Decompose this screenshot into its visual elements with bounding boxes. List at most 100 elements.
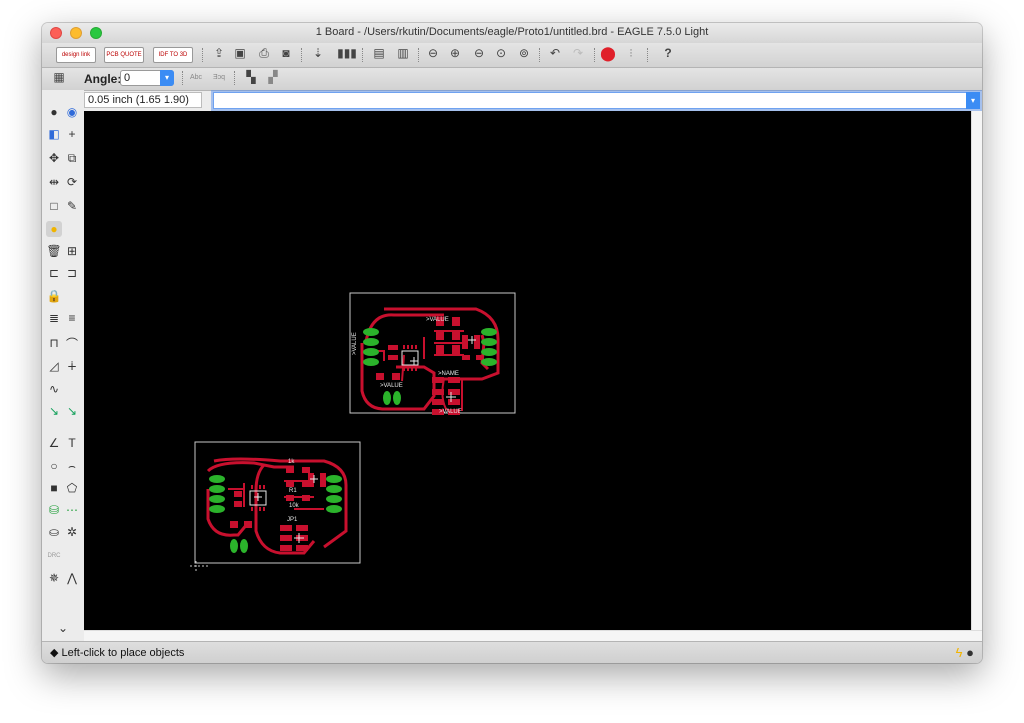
redo-icon[interactable]: ↷ xyxy=(571,46,585,60)
add-icon[interactable]: ⊞ xyxy=(64,243,80,259)
cam-processor-icon[interactable]: ◙ xyxy=(279,46,293,60)
print-icon[interactable]: ⎙ xyxy=(257,46,271,60)
show-icon[interactable]: ◉ xyxy=(64,104,80,120)
command-input[interactable]: ▾ xyxy=(213,92,980,109)
change-icon[interactable]: ✎ xyxy=(64,198,80,214)
text-icon[interactable]: T xyxy=(64,435,80,451)
smd-pad xyxy=(302,495,310,501)
smd-pad xyxy=(448,399,460,405)
label-jp1: JP1 xyxy=(287,517,298,523)
errors-icon[interactable]: ✵ xyxy=(46,570,62,586)
board-drawing: >VALUE >VALUE >VALUE >NAME >VALUE 1k R1 … xyxy=(190,292,516,573)
smd-pad xyxy=(476,355,484,360)
stop-icon[interactable]: ⬤ xyxy=(600,45,616,61)
smd-pad xyxy=(432,377,444,383)
smash-icon[interactable]: ≣ xyxy=(46,310,62,326)
ripup-icon[interactable]: ∔ xyxy=(64,358,80,374)
line-icon[interactable]: ∠ xyxy=(46,435,62,451)
window-title: 1 Board - /Users/rkutin/Documents/eagle/… xyxy=(315,26,709,38)
smd-pad xyxy=(244,521,252,528)
mark-icon[interactable]: + xyxy=(64,126,80,142)
rectangle-icon[interactable]: ■ xyxy=(46,480,62,496)
attribute-icon[interactable]: ✲ xyxy=(64,524,80,540)
zoom-in-icon[interactable]: ⊕ xyxy=(448,46,462,60)
hole-icon[interactable]: ⛀ xyxy=(46,524,62,540)
smd-pad xyxy=(296,525,308,531)
toolbar-separator xyxy=(594,48,596,62)
name-icon[interactable]: ⊏ xyxy=(46,265,62,281)
schematic-icon[interactable]: ▤ xyxy=(372,46,386,60)
rotate-icon[interactable]: ⟳ xyxy=(64,174,80,190)
smd-pad xyxy=(302,467,310,473)
spin-text-icon[interactable]: Ǝɔq xyxy=(212,70,226,84)
circle-icon[interactable]: ○ xyxy=(46,458,62,474)
vertical-scrollbar[interactable] xyxy=(971,111,982,630)
arc-icon[interactable]: ⌢ xyxy=(64,458,80,474)
miter-icon[interactable]: ≡ xyxy=(64,310,80,326)
undo-icon[interactable]: ↶ xyxy=(548,46,562,60)
smd-pad xyxy=(280,545,292,551)
split-icon[interactable]: ⊓ xyxy=(46,335,62,351)
zoom-redraw-icon[interactable]: ⊙ xyxy=(494,46,508,60)
drc-icon[interactable]: DRC xyxy=(46,548,62,564)
stop-command-icon[interactable]: ● xyxy=(966,645,974,660)
script-icon[interactable]: ⇣ xyxy=(311,46,325,60)
smd-pad xyxy=(286,481,294,487)
delete-icon[interactable]: 🗑 xyxy=(46,243,62,259)
auto-route-icon[interactable]: ↘ xyxy=(64,403,80,419)
grid-icon[interactable]: ▦ xyxy=(52,70,66,84)
mirror-icon[interactable]: ⇹ xyxy=(46,174,62,190)
group-icon[interactable]: □ xyxy=(46,198,62,214)
chevron-down-icon[interactable]: ▾ xyxy=(966,92,980,109)
eagle-window: 1 Board - /Users/rkutin/Documents/eagle/… xyxy=(42,23,982,663)
smd-pad xyxy=(452,317,460,326)
label-value-mid: >VALUE xyxy=(380,383,403,389)
power-jack xyxy=(383,391,401,405)
zoom-fit-icon[interactable]: ⊖ xyxy=(426,46,440,60)
label-value-top: >VALUE xyxy=(426,317,449,323)
smd-pad xyxy=(234,491,242,497)
status-bar: ◆ Left-click to place objects ϟ ● xyxy=(42,641,982,663)
open-icon[interactable]: ⇪ xyxy=(212,46,226,60)
layer-icon[interactable]: ▞ xyxy=(266,70,280,84)
optimize-icon[interactable]: ⌒ xyxy=(64,335,80,351)
wire-icon[interactable]: ↘ xyxy=(46,403,62,419)
display-icon[interactable]: ◧ xyxy=(46,126,62,142)
ratsnest-icon[interactable]: ⋀ xyxy=(64,570,80,586)
paste-icon[interactable]: ● xyxy=(46,221,62,237)
board-canvas[interactable]: >VALUE >VALUE >VALUE >NAME >VALUE 1k R1 … xyxy=(84,111,971,630)
meander-icon[interactable]: ∿ xyxy=(46,381,62,397)
zoom-select-icon[interactable]: ⊚ xyxy=(517,46,531,60)
go-icon[interactable]: ⁝ xyxy=(624,46,638,60)
move-icon[interactable]: ✥ xyxy=(46,150,62,166)
help-icon[interactable]: ? xyxy=(661,46,675,60)
angle-select[interactable]: 0 ▾ xyxy=(120,70,174,86)
lock-icon[interactable]: 🔒 xyxy=(46,288,62,304)
value-icon[interactable]: ⊐ xyxy=(64,265,80,281)
route-icon[interactable]: ◿ xyxy=(46,358,62,374)
chevron-down-icon[interactable]: ▾ xyxy=(160,70,174,86)
tool-palette: ● ◉ ◧ + ✥ ⧉ ⇹ ⟳ □ ✎ ● 🗑 ⊞ ⊏ ⊐ 🔒 ≣ ≡ ⊓ ⌒ … xyxy=(42,90,84,641)
smd-pad xyxy=(286,467,294,473)
ulp-icon[interactable]: ▮▮▮ xyxy=(337,46,357,60)
copy-icon[interactable]: ⧉ xyxy=(64,150,80,166)
toolbar-separator xyxy=(182,71,184,85)
signal-icon[interactable]: ⋯ xyxy=(64,502,80,518)
lightning-icon[interactable]: ϟ xyxy=(956,645,963,660)
info-icon[interactable]: ● xyxy=(46,104,62,120)
via-icon[interactable]: ⛁ xyxy=(46,502,62,518)
chevron-down-icon[interactable]: ⌄ xyxy=(55,620,71,636)
ratsnest-icon[interactable]: ▚ xyxy=(244,70,258,84)
idf-to-3d-button[interactable]: IDF TO 3D xyxy=(153,47,193,63)
polygon-icon[interactable]: ⬠ xyxy=(64,480,80,496)
mirror-text-icon[interactable]: Abc xyxy=(189,70,203,84)
smd-pad xyxy=(280,525,292,531)
design-link-button[interactable]: design link xyxy=(56,47,96,63)
label-10k: 10k xyxy=(289,503,300,509)
board-top-right: >VALUE >VALUE >VALUE >NAME >VALUE xyxy=(349,292,516,415)
save-icon[interactable]: ▣ xyxy=(233,46,247,60)
zoom-out-icon[interactable]: ⊖ xyxy=(472,46,486,60)
smd-pad xyxy=(452,345,460,354)
pcb-quote-button[interactable]: PCB QUOTE xyxy=(104,47,144,63)
board-icon[interactable]: ▥ xyxy=(396,46,410,60)
